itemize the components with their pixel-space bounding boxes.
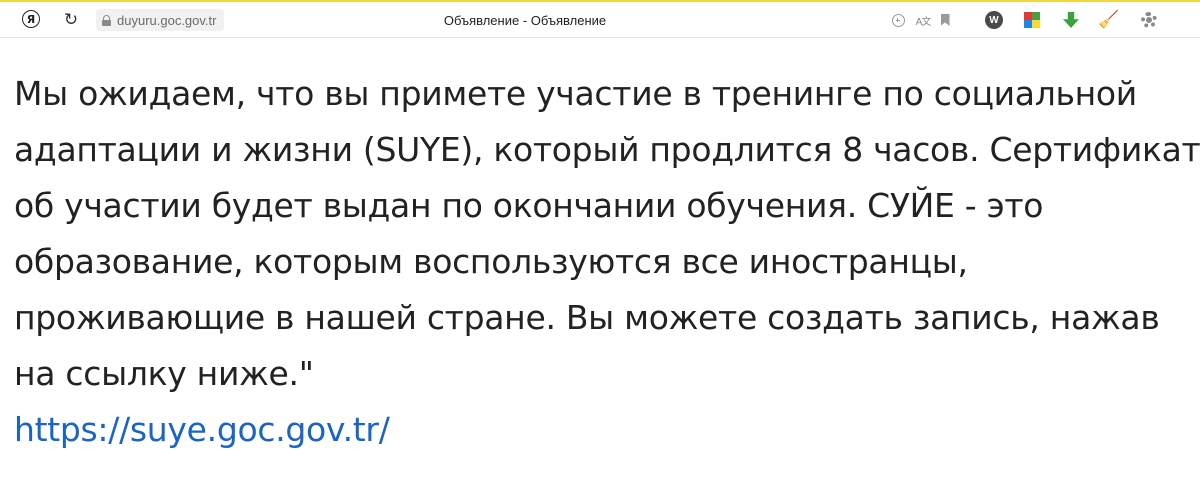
address-bar[interactable]: duyuru.goc.gov.tr — [96, 9, 225, 31]
reload-icon[interactable]: ↻ — [60, 2, 82, 38]
browser-toolbar: Я ↻ duyuru.goc.gov.tr Объявление - Объяв… — [0, 0, 1200, 38]
bookmark-icon[interactable] — [938, 2, 952, 38]
lock-icon — [102, 14, 111, 26]
text-line: образование, которым воспользуются все и… — [14, 242, 968, 281]
extension-colorful-grid-icon[interactable] — [1022, 2, 1042, 38]
add-bookmark-plus-icon[interactable] — [889, 2, 907, 38]
suye-link[interactable]: https://suye.goc.gov.tr/ — [14, 402, 1184, 458]
address-bar-url: duyuru.goc.gov.tr — [117, 12, 217, 28]
download-arrow-icon[interactable] — [1061, 2, 1081, 38]
text-line: адаптации и жизни (SUYE), который продли… — [14, 130, 1200, 169]
text-line: на ссылку ниже." — [14, 354, 314, 393]
page-title: Объявление - Объявление — [443, 12, 607, 28]
text-line: об участии будет выдан по окончании обуч… — [14, 186, 1044, 225]
text-line: Мы ожидаем, что вы примете участие в тре… — [14, 74, 1137, 113]
translate-icon[interactable]: A文 — [912, 2, 934, 38]
announcement-text: Мы ожидаем, что вы примете участие в тре… — [14, 66, 1200, 458]
text-line: проживающие в нашей стране. Вы можете со… — [14, 298, 1160, 337]
extension-w-icon[interactable]: W — [984, 2, 1004, 38]
extension-w-label: W — [985, 11, 1003, 29]
yandex-logo-icon[interactable]: Я — [22, 10, 40, 28]
gear-icon[interactable] — [1138, 2, 1160, 38]
broom-icon[interactable]: 🧹 — [1098, 2, 1120, 38]
